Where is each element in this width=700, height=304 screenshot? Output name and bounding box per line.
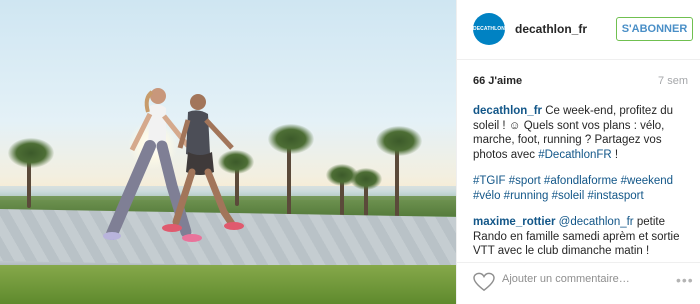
caption-text-3: ! bbox=[611, 148, 619, 161]
comment-mention[interactable]: @decathlon_fr bbox=[559, 216, 634, 228]
caption: decathlon_fr Ce week-end, profitez du so… bbox=[473, 104, 688, 162]
hashtag-list[interactable]: #TGIF #sport #afondlaforme #weekend #vél… bbox=[473, 175, 673, 202]
follow-button[interactable]: S'ABONNER bbox=[616, 17, 693, 41]
caption-author[interactable]: decathlon_fr bbox=[473, 105, 542, 117]
add-comment-input[interactable]: Ajouter un commentaire… bbox=[502, 273, 630, 285]
post-age[interactable]: 7 sem bbox=[658, 75, 688, 87]
comments-list: decathlon_fr Ce week-end, profitez du so… bbox=[473, 104, 688, 271]
post-header: DECATHLON decathlon_fr S'ABONNER bbox=[457, 0, 700, 60]
likes-count[interactable]: 66 J'aime bbox=[473, 75, 522, 87]
more-options-icon[interactable]: ••• bbox=[676, 272, 694, 288]
caption-hashtag-link[interactable]: #DecathlonFR bbox=[538, 149, 612, 161]
comment-author[interactable]: maxime_rottier bbox=[473, 216, 555, 228]
decathlon-avatar[interactable]: DECATHLON bbox=[473, 13, 505, 45]
smiley-icon: ☺ bbox=[508, 119, 521, 132]
instagram-post: DECATHLON decathlon_fr S'ABONNER 66 J'ai… bbox=[0, 0, 700, 304]
lawn bbox=[0, 265, 456, 304]
post-sidebar: DECATHLON decathlon_fr S'ABONNER 66 J'ai… bbox=[456, 0, 700, 304]
man-walking bbox=[162, 94, 244, 232]
post-stats: 66 J'aime 7 sem bbox=[473, 75, 688, 87]
post-photo[interactable] bbox=[0, 0, 456, 304]
heart-icon[interactable] bbox=[473, 272, 495, 292]
post-actions: Ajouter un commentaire… ••• bbox=[457, 262, 700, 304]
hashtags: #TGIF #sport #afondlaforme #weekend #vél… bbox=[473, 174, 688, 203]
comment-item: maxime_rottier @decathlon_fr petite Rand… bbox=[473, 215, 688, 259]
account-username[interactable]: decathlon_fr bbox=[515, 22, 587, 36]
